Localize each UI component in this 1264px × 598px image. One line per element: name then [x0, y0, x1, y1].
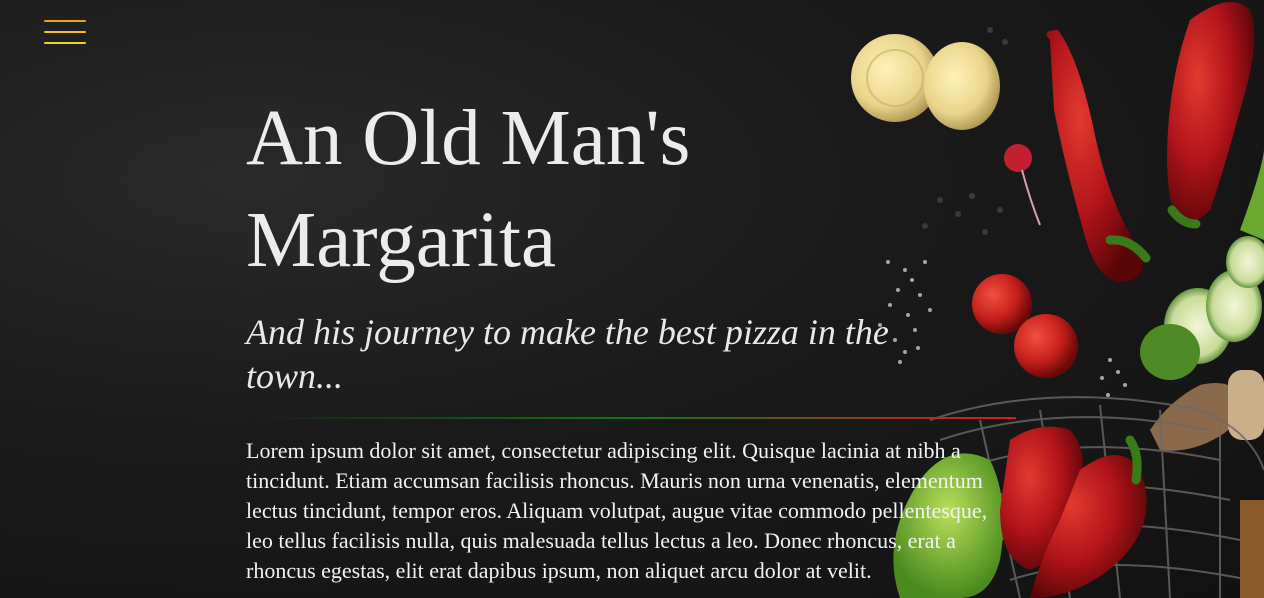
mushroom [1150, 370, 1264, 451]
page-subtitle: And his journey to make the best pizza i… [246, 312, 889, 396]
page-title-line-1: An Old Man's [246, 95, 691, 182]
gradient-divider [246, 417, 1016, 419]
page-title-line-2: Margarita [246, 197, 557, 284]
hamburger-menu-icon-line [44, 20, 86, 22]
intro-paragraph: Lorem ipsum dolor sit amet, consectetur … [246, 438, 988, 583]
hamburger-menu-icon-line [44, 31, 86, 33]
red-pepper [1000, 426, 1147, 598]
red-pepper [1046, 30, 1151, 282]
red-pepper [1167, 2, 1255, 229]
hero-content: An Old Man's Margarita And his journey t… [246, 88, 1016, 586]
hamburger-menu-icon-line [44, 42, 86, 44]
page-title: An Old Man's Margarita [246, 88, 1016, 292]
hamburger-menu-button[interactable] [44, 20, 88, 50]
wooden-handle [1240, 500, 1264, 598]
